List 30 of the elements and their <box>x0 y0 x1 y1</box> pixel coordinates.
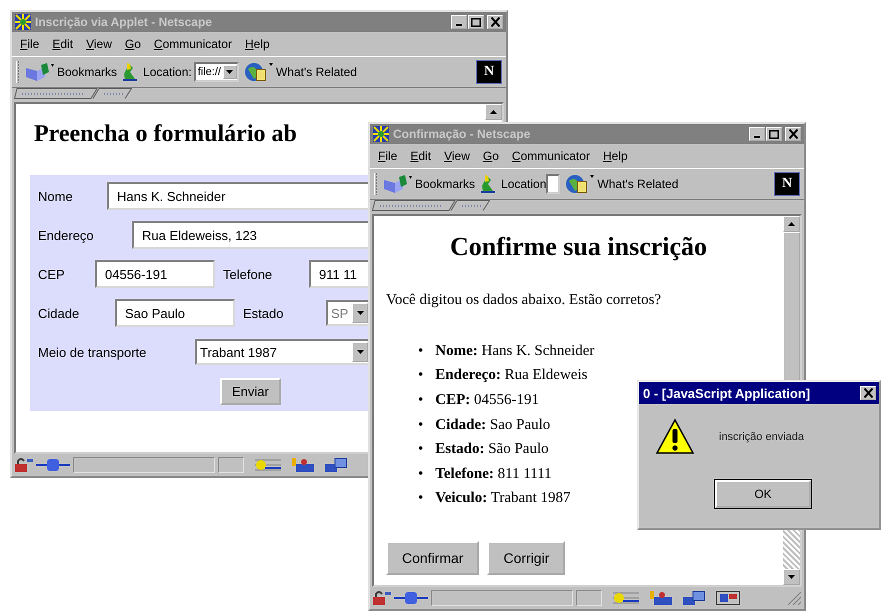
intro-text: Você digitou os dados abaixo. Estão corretos? <box>386 292 662 309</box>
page-heading: Preencha o formulário ab <box>34 121 297 148</box>
bullet: • <box>418 416 424 434</box>
list-item: Endereço: Rua Eldeweis <box>435 367 588 384</box>
list-item: Nome: Hans K. Schneider <box>435 342 594 360</box>
dialog-message: inscrição enviada <box>719 431 804 443</box>
field-label: Nome <box>38 188 74 204</box>
bullet: • <box>418 367 424 384</box>
field-label: Telefone <box>223 266 274 282</box>
list-item: Cidade: Sao Paulo <box>435 416 550 434</box>
bullet: • <box>418 441 424 458</box>
list-item: Veiculo: Trabant 1987 <box>435 490 571 508</box>
field-label: Estado <box>243 306 284 320</box>
field-label: Meio de transporte <box>38 344 148 360</box>
location-label: Location <box>501 177 546 191</box>
dialog-title: 0 - [JavaScript Application] <box>643 386 812 400</box>
bullet: • <box>418 392 424 409</box>
bullet: • <box>418 466 424 483</box>
list-item: Telefone: 811 1111 <box>435 466 552 483</box>
field-label: CEP <box>38 266 66 282</box>
window-title: Inscrição via Applet - Netscape <box>35 15 213 29</box>
list-item: CEP: 04556-191 <box>435 392 540 409</box>
bullet: • <box>418 342 424 360</box>
bullet: • <box>418 490 424 508</box>
page-heading: Confirme sua inscrição <box>448 231 708 262</box>
location-label: Location: <box>143 65 192 79</box>
field-label: Cidade <box>38 306 80 320</box>
window-title: Confirmação - Netscape <box>393 127 532 141</box>
field-label: Endereço <box>38 228 95 242</box>
list-item: Estado: São Paulo <box>435 441 549 458</box>
